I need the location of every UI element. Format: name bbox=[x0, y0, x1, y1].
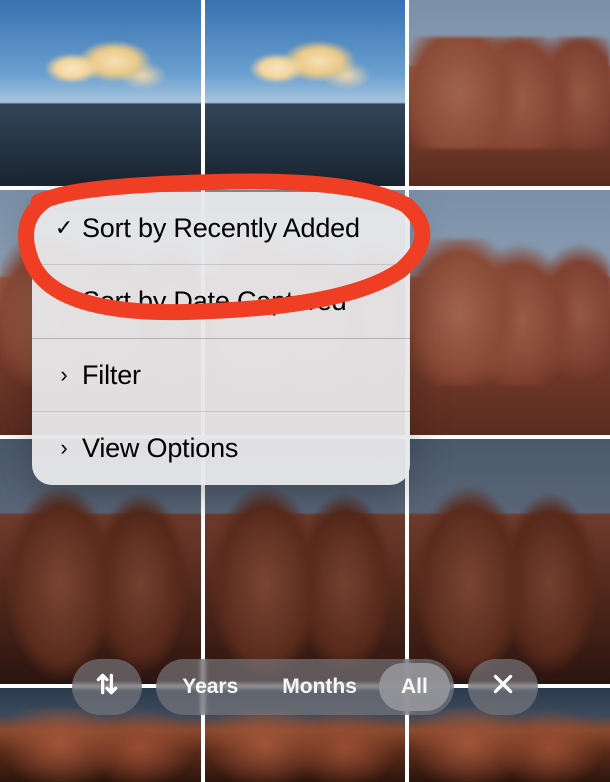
chevron-right-icon: › bbox=[46, 435, 82, 461]
photo-thumbnail[interactable] bbox=[409, 439, 610, 684]
photo-thumbnail[interactable] bbox=[409, 190, 610, 435]
bottom-toolbar: Years Months All bbox=[0, 656, 610, 718]
sort-arrows-icon bbox=[94, 671, 120, 704]
menu-item-label: View Options bbox=[82, 432, 388, 464]
checkmark-icon: ✓ bbox=[46, 215, 82, 241]
sort-button[interactable] bbox=[72, 659, 142, 715]
segment-label: Months bbox=[282, 675, 357, 699]
menu-item-view-options[interactable]: › View Options bbox=[32, 411, 410, 484]
photo-thumbnail[interactable] bbox=[0, 0, 201, 186]
close-button[interactable] bbox=[468, 659, 538, 715]
segment-label: Years bbox=[182, 675, 238, 699]
chevron-right-icon: › bbox=[46, 362, 82, 388]
segment-years[interactable]: Years bbox=[160, 663, 260, 711]
sort-filter-menu: ✓ Sort by Recently Added Sort by Date Ca… bbox=[32, 192, 410, 485]
photo-thumbnail[interactable] bbox=[409, 0, 610, 186]
segment-all[interactable]: All bbox=[379, 663, 450, 711]
menu-item-filter[interactable]: › Filter bbox=[32, 338, 410, 411]
menu-item-label: Filter bbox=[82, 359, 388, 391]
menu-item-label: Sort by Date Captured bbox=[82, 285, 388, 317]
photo-thumbnail[interactable] bbox=[205, 0, 406, 186]
time-granularity-segmented-control: Years Months All bbox=[156, 659, 454, 715]
close-icon bbox=[490, 671, 516, 704]
menu-item-sort-recently-added[interactable]: ✓ Sort by Recently Added bbox=[32, 192, 410, 264]
menu-item-label: Sort by Recently Added bbox=[82, 212, 388, 244]
menu-item-sort-date-captured[interactable]: Sort by Date Captured bbox=[32, 264, 410, 337]
segment-months[interactable]: Months bbox=[260, 663, 379, 711]
segment-label: All bbox=[401, 675, 428, 699]
